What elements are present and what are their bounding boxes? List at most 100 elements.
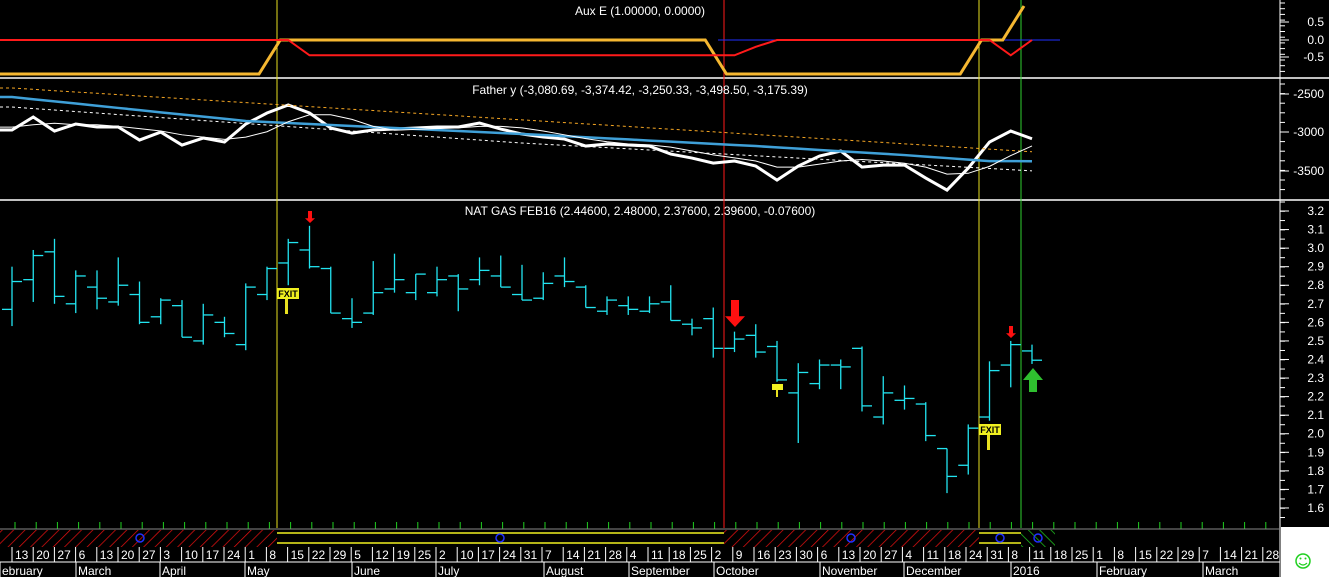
sell-arrow-icon: [725, 300, 745, 327]
ohlc-bar: [320, 266, 341, 314]
ohlc-bar: [150, 298, 171, 325]
day-label: 17: [206, 548, 220, 562]
price-tick-label: 2.4: [1307, 352, 1324, 366]
day-label: 11: [1033, 548, 1046, 562]
aux-e-panel: [0, 5, 1060, 76]
month-label: November: [822, 564, 877, 577]
small-flag-icon: [772, 384, 783, 390]
price-tick-label: 2.3: [1307, 371, 1324, 385]
day-label: 14: [566, 548, 580, 562]
day-label: 17: [481, 548, 495, 562]
day-label: 25: [1075, 548, 1089, 562]
price-tick-label: 1.6: [1307, 501, 1324, 515]
day-label: 27: [884, 548, 898, 562]
ohlc-bar: [65, 270, 86, 314]
father-tick-label: -2500: [1293, 87, 1324, 101]
day-label: 29: [1181, 548, 1195, 562]
ohlc-bar: [405, 273, 426, 301]
father-panel-title: Father y (-3,080.69, -3,374.42, -3,250.3…: [472, 83, 808, 97]
day-label: 1: [248, 548, 255, 562]
day-label: 23: [778, 548, 792, 562]
father-blue-line: [0, 95, 1033, 163]
ohlc-bar: [724, 331, 745, 353]
ohlc-bar: [469, 257, 490, 286]
day-label: 24: [969, 548, 983, 562]
price-tick-label: 3.0: [1307, 241, 1324, 255]
sell-arrow-icon: [305, 211, 315, 223]
day-label: 31: [524, 548, 538, 562]
x-axis: 13 20 27 6 13 20 27 3 10 17 24 1 8 15 22 29 5 12 19 25 2 10 17…: [0, 522, 1329, 577]
ohlc-bar: [1022, 344, 1042, 364]
day-label: 27: [142, 548, 156, 562]
day-label: 9: [736, 548, 743, 562]
day-label: 28: [609, 548, 623, 562]
day-label: 16: [757, 548, 771, 562]
event-circle-icon: [495, 533, 505, 543]
month-label: February: [1099, 564, 1147, 577]
day-label: 24: [227, 548, 241, 562]
day-label: 7: [545, 548, 552, 562]
day-label: 22: [312, 548, 326, 562]
month-label: September: [631, 564, 690, 577]
ohlc-bar: [278, 238, 299, 286]
day-label: 4: [630, 548, 637, 562]
day-label: 13: [100, 548, 114, 562]
chart-canvas: FXITFXIT 13 20 27 6 13 20 27 3 10 17 24 1 8 15 22 29 5 12…: [0, 0, 1329, 577]
ohlc-bar: [23, 249, 44, 302]
ohlc-bar: [384, 253, 405, 293]
smiley-eye: [1304, 557, 1307, 560]
day-label: 21: [587, 548, 601, 562]
price-tick-label: 3.1: [1307, 223, 1324, 237]
day-label: 3: [163, 548, 170, 562]
price-tick-label: 2.1: [1307, 408, 1324, 422]
month-label: June: [354, 564, 380, 577]
ohlc-bar: [448, 274, 469, 312]
ohlc-bar: [639, 296, 660, 314]
day-label: 6: [79, 548, 86, 562]
ohlc-bar: [915, 402, 936, 442]
month-label: October: [716, 564, 759, 577]
day-label: 8: [1117, 548, 1124, 562]
month-label: May: [247, 564, 270, 577]
father-y-panel: [0, 87, 1033, 192]
smiley-eye: [1299, 557, 1302, 560]
price-tick-label: 1.9: [1307, 445, 1324, 459]
exit-label: FXIT: [980, 425, 1000, 435]
ohlc-bar: [575, 285, 596, 309]
month-label: ebruary: [2, 564, 43, 577]
event-circle-icon: [995, 533, 1005, 543]
father-main-line: [0, 103, 1033, 192]
day-label: 25: [418, 548, 432, 562]
aux-panel-title: Aux E (1.00000, 0.0000): [575, 4, 705, 18]
ohlc-bar: [235, 283, 256, 351]
day-label: 6: [821, 548, 828, 562]
father-lower-band: [0, 106, 1033, 172]
ohlc-bar: [660, 285, 681, 322]
ohlc-bar: [618, 296, 639, 315]
aux-tick-label: 0.5: [1307, 15, 1324, 29]
price-panel-title: NAT GAS FEB16 (2.44600, 2.48000, 2.37600…: [465, 204, 815, 218]
y-axis: 0.5 0.0 -0.5 -2500 -3000 -3500 3.2 3.1 3.0 2.9 2.8…: [1280, 2, 1324, 519]
ohlc-bar: [830, 359, 851, 390]
day-label: 1: [1096, 548, 1103, 562]
ohlc-bar: [745, 324, 766, 358]
price-tick-label: 2.9: [1307, 260, 1324, 274]
day-label: 19: [397, 548, 411, 562]
ohlc-bar: [2, 266, 22, 327]
day-label: 2: [439, 548, 446, 562]
ohlc-bar: [490, 255, 511, 288]
day-label: 8: [269, 548, 276, 562]
day-label: 13: [842, 548, 856, 562]
ohlc-bar: [129, 281, 150, 325]
ohlc-bar: [873, 376, 894, 425]
day-label: 18: [948, 548, 962, 562]
month-label: March: [1205, 564, 1238, 577]
price-tick-label: 1.8: [1307, 464, 1324, 478]
ohlc-bar: [363, 261, 384, 315]
day-label: 13: [15, 548, 29, 562]
ohlc-bar: [342, 298, 362, 328]
day-label: 18: [672, 548, 686, 562]
father-tick-label: -3000: [1293, 125, 1324, 139]
hatch-band: [724, 530, 979, 547]
day-label: 4: [905, 548, 912, 562]
